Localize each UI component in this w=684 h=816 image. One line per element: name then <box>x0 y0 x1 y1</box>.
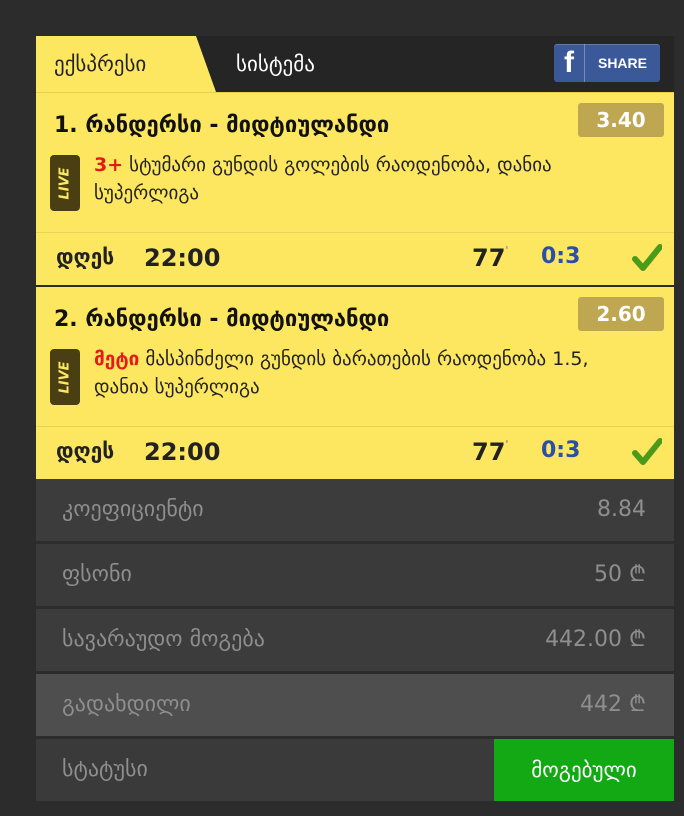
coefficient-value: 8.84 <box>597 497 646 522</box>
potential-win-label: სავარაუდო მოგება <box>62 627 265 652</box>
bet-day: დღეს <box>56 245 115 269</box>
live-icon: LIVE <box>50 349 80 405</box>
bet-match[interactable]: 2. რანდერსი - მიდტიულანდი <box>54 307 389 332</box>
live-icon: LIVE <box>50 155 80 211</box>
facebook-share-button[interactable]: f SHARE <box>554 44 660 82</box>
coefficient-label: კოეფიციენტი <box>62 497 204 522</box>
bet-time: 22:00 <box>144 438 221 466</box>
status-label: სტატუსი <box>62 757 148 782</box>
bet-number: 1. <box>54 113 78 138</box>
paid-value: 442 ₾ <box>580 692 646 717</box>
bet-day: დღეს <box>56 439 115 463</box>
status-row: სტატუსი მოგებული <box>36 739 674 801</box>
odds-badge: 3.40 <box>578 103 664 137</box>
bet-description: მეტი მასპინძელი გუნდის ბარათების რაოდენო… <box>94 345 644 401</box>
bet-footer: დღეს 22:00 77' 0:3 <box>36 426 674 479</box>
odds-badge: 2.60 <box>578 297 664 331</box>
facebook-icon: f <box>554 44 585 82</box>
match-minute: 77' <box>472 244 509 272</box>
match-score: 0:3 <box>541 438 581 463</box>
bet-footer: დღეს 22:00 77' 0:3 <box>36 232 674 285</box>
bet-market: მასპინძელი გუნდის ბარათების რაოდენობა 1.… <box>94 348 589 398</box>
stake-label: ფსონი <box>62 562 132 587</box>
coefficient-row: კოეფიციენტი 8.84 <box>36 479 674 544</box>
bet-market: სტუმარი გუნდის გოლების რაოდენობა, დანია … <box>94 154 552 204</box>
bet-description: 3+ სტუმარი გუნდის გოლების რაოდენობა, დან… <box>94 151 644 207</box>
bet-type-tabs: ექსპრესი სისტემა f SHARE <box>36 36 674 92</box>
bet-highlight: მეტი <box>94 348 140 370</box>
bet-match[interactable]: 1. რანდერსი - მიდტიულანდი <box>54 113 389 138</box>
bet-item: 2. რანდერსი - მიდტიულანდი 2.60 LIVE მეტი… <box>36 285 674 479</box>
bet-time: 22:00 <box>144 244 221 272</box>
match-name: რანდერსი - მიდტიულანდი <box>85 113 390 138</box>
stake-value: 50 ₾ <box>594 562 646 587</box>
paid-label: გადახდილი <box>62 692 191 717</box>
stake-row: ფსონი 50 ₾ <box>36 544 674 609</box>
bet-item: 1. რანდერსი - მიდტიულანდი 3.40 LIVE 3+ ს… <box>36 92 674 285</box>
tab-express[interactable]: ექსპრესი <box>36 36 216 92</box>
bet-slip-panel: ექსპრესი სისტემა f SHARE 1. რანდერსი - მ… <box>36 36 674 801</box>
paid-row: გადახდილი 442 ₾ <box>36 674 674 739</box>
check-icon <box>632 244 662 271</box>
potential-win-row: სავარაუდო მოგება 442.00 ₾ <box>36 609 674 674</box>
tab-system[interactable]: სისტემა <box>236 36 315 92</box>
match-name: რანდერსი - მიდტიულანდი <box>85 307 390 332</box>
bet-number: 2. <box>54 307 78 332</box>
match-minute: 77' <box>472 438 509 466</box>
check-icon <box>632 438 662 465</box>
share-label: SHARE <box>597 55 647 71</box>
potential-win-value: 442.00 ₾ <box>545 627 646 652</box>
status-badge: მოგებული <box>494 739 674 801</box>
bet-highlight: 3+ <box>94 154 124 176</box>
match-score: 0:3 <box>541 244 581 269</box>
